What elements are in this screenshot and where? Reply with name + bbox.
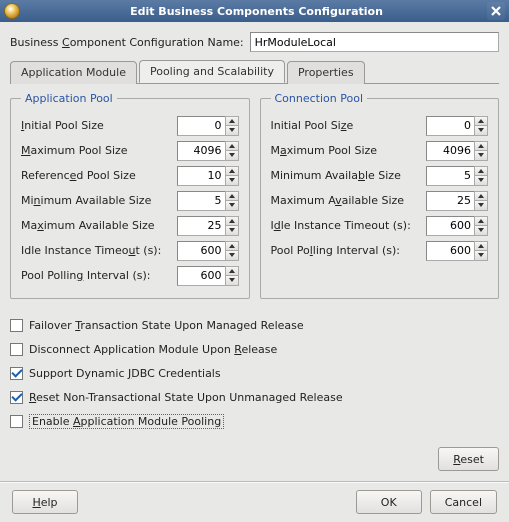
application-pool-group: Application Pool Initial Pool Size Maxim… bbox=[10, 92, 250, 299]
spin-down-icon[interactable] bbox=[474, 175, 488, 186]
conn-maxav-input[interactable] bbox=[426, 191, 474, 211]
close-button[interactable] bbox=[487, 2, 505, 20]
checkbox-group: Failover Transaction State Upon Managed … bbox=[10, 313, 499, 433]
pooling-label: Enable Application Module Pooling bbox=[32, 415, 221, 428]
reset-button[interactable]: Reset bbox=[438, 447, 499, 471]
spin-up-icon[interactable] bbox=[474, 141, 488, 151]
cancel-button[interactable]: Cancel bbox=[430, 490, 497, 514]
spin-up-icon[interactable] bbox=[225, 266, 239, 276]
spin-up-icon[interactable] bbox=[474, 166, 488, 176]
spin-down-icon[interactable] bbox=[225, 250, 239, 261]
app-maxav-input[interactable] bbox=[177, 216, 225, 236]
spin-up-icon[interactable] bbox=[225, 116, 239, 126]
disconnect-label: Disconnect Application Module Upon Relea… bbox=[29, 343, 277, 356]
app-minav-input[interactable] bbox=[177, 191, 225, 211]
spin-up-icon[interactable] bbox=[474, 116, 488, 126]
conn-max-spinner[interactable] bbox=[426, 141, 488, 161]
reset-state-label: Reset Non-Transactional State Upon Unman… bbox=[29, 391, 343, 404]
spin-down-icon[interactable] bbox=[225, 200, 239, 211]
connection-pool-legend: Connection Pool bbox=[271, 92, 368, 105]
tab-pooling-scalability[interactable]: Pooling and Scalability bbox=[139, 60, 285, 83]
conn-maxav-spinner[interactable] bbox=[426, 191, 488, 211]
tab-bar: Application Module Pooling and Scalabili… bbox=[10, 60, 499, 84]
close-icon bbox=[491, 6, 501, 16]
conn-poll-label: Pool Polling Interval (s): bbox=[271, 244, 427, 257]
conn-maxav-label: Maximum Available Size bbox=[271, 194, 427, 207]
conn-initial-spinner[interactable] bbox=[426, 116, 488, 136]
spin-down-icon[interactable] bbox=[225, 225, 239, 236]
conn-max-input[interactable] bbox=[426, 141, 474, 161]
help-button[interactable]: Help bbox=[12, 490, 78, 514]
conn-poll-spinner[interactable] bbox=[426, 241, 488, 261]
app-max-label: Maximum Pool Size bbox=[21, 144, 177, 157]
app-ref-label: Referenced Pool Size bbox=[21, 169, 177, 182]
spin-up-icon[interactable] bbox=[474, 216, 488, 226]
titlebar: Edit Business Components Configuration bbox=[0, 0, 509, 22]
app-maxav-spinner[interactable] bbox=[177, 216, 239, 236]
spin-up-icon[interactable] bbox=[225, 216, 239, 226]
spin-up-icon[interactable] bbox=[225, 191, 239, 201]
app-idle-input[interactable] bbox=[177, 241, 225, 261]
config-name-row: Business Component Configuration Name: bbox=[10, 32, 499, 52]
app-max-input[interactable] bbox=[177, 141, 225, 161]
spin-up-icon[interactable] bbox=[474, 241, 488, 251]
app-poll-input[interactable] bbox=[177, 266, 225, 286]
conn-minav-spinner[interactable] bbox=[426, 166, 488, 186]
conn-initial-input[interactable] bbox=[426, 116, 474, 136]
tab-application-module[interactable]: Application Module bbox=[10, 61, 137, 84]
conn-minav-label: Minimum Available Size bbox=[271, 169, 427, 182]
config-name-input[interactable] bbox=[250, 32, 499, 52]
app-minav-label: Minimum Available Size bbox=[21, 194, 177, 207]
app-poll-label: Pool Polling Interval (s): bbox=[21, 269, 177, 282]
conn-minav-input[interactable] bbox=[426, 166, 474, 186]
spin-up-icon[interactable] bbox=[225, 166, 239, 176]
ok-button[interactable]: OK bbox=[356, 490, 422, 514]
app-poll-spinner[interactable] bbox=[177, 266, 239, 286]
app-initial-spinner[interactable] bbox=[177, 116, 239, 136]
spin-down-icon[interactable] bbox=[225, 175, 239, 186]
spin-up-icon[interactable] bbox=[225, 241, 239, 251]
app-idle-label: Idle Instance Timeout (s): bbox=[21, 244, 177, 257]
app-maxav-label: Maximum Available Size bbox=[21, 219, 177, 232]
app-minav-spinner[interactable] bbox=[177, 191, 239, 211]
app-initial-label: Initial Pool Size bbox=[21, 119, 177, 132]
app-max-spinner[interactable] bbox=[177, 141, 239, 161]
conn-idle-label: Idle Instance Timeout (s): bbox=[271, 219, 427, 232]
conn-max-label: Maximum Pool Size bbox=[271, 144, 427, 157]
spin-down-icon[interactable] bbox=[225, 125, 239, 136]
conn-poll-input[interactable] bbox=[426, 241, 474, 261]
config-name-label: Business Component Configuration Name: bbox=[10, 36, 244, 49]
jdbc-label: Support Dynamic JDBC Credentials bbox=[29, 367, 221, 380]
spin-down-icon[interactable] bbox=[474, 150, 488, 161]
conn-idle-spinner[interactable] bbox=[426, 216, 488, 236]
window-title: Edit Business Components Configuration bbox=[26, 5, 487, 18]
pooling-checkbox[interactable] bbox=[10, 415, 23, 428]
conn-initial-label: Initial Pool Size bbox=[271, 119, 427, 132]
connection-pool-group: Connection Pool Initial Pool Size Maximu… bbox=[260, 92, 500, 299]
tab-properties[interactable]: Properties bbox=[287, 61, 365, 84]
spin-down-icon[interactable] bbox=[474, 225, 488, 236]
spin-up-icon[interactable] bbox=[225, 141, 239, 151]
reset-state-checkbox[interactable] bbox=[10, 391, 23, 404]
spin-down-icon[interactable] bbox=[474, 250, 488, 261]
jdbc-checkbox[interactable] bbox=[10, 367, 23, 380]
app-idle-spinner[interactable] bbox=[177, 241, 239, 261]
app-initial-input[interactable] bbox=[177, 116, 225, 136]
separator bbox=[0, 481, 509, 482]
spin-down-icon[interactable] bbox=[225, 150, 239, 161]
spin-up-icon[interactable] bbox=[474, 191, 488, 201]
app-ref-input[interactable] bbox=[177, 166, 225, 186]
spin-down-icon[interactable] bbox=[474, 200, 488, 211]
spin-down-icon[interactable] bbox=[474, 125, 488, 136]
app-icon bbox=[4, 3, 20, 19]
failover-label: Failover Transaction State Upon Managed … bbox=[29, 319, 304, 332]
pooling-focus: Enable Application Module Pooling bbox=[29, 414, 224, 429]
failover-checkbox[interactable] bbox=[10, 319, 23, 332]
dialog-footer: Help OK Cancel bbox=[10, 490, 499, 514]
conn-idle-input[interactable] bbox=[426, 216, 474, 236]
spin-down-icon[interactable] bbox=[225, 275, 239, 286]
disconnect-checkbox[interactable] bbox=[10, 343, 23, 356]
application-pool-legend: Application Pool bbox=[21, 92, 117, 105]
app-ref-spinner[interactable] bbox=[177, 166, 239, 186]
